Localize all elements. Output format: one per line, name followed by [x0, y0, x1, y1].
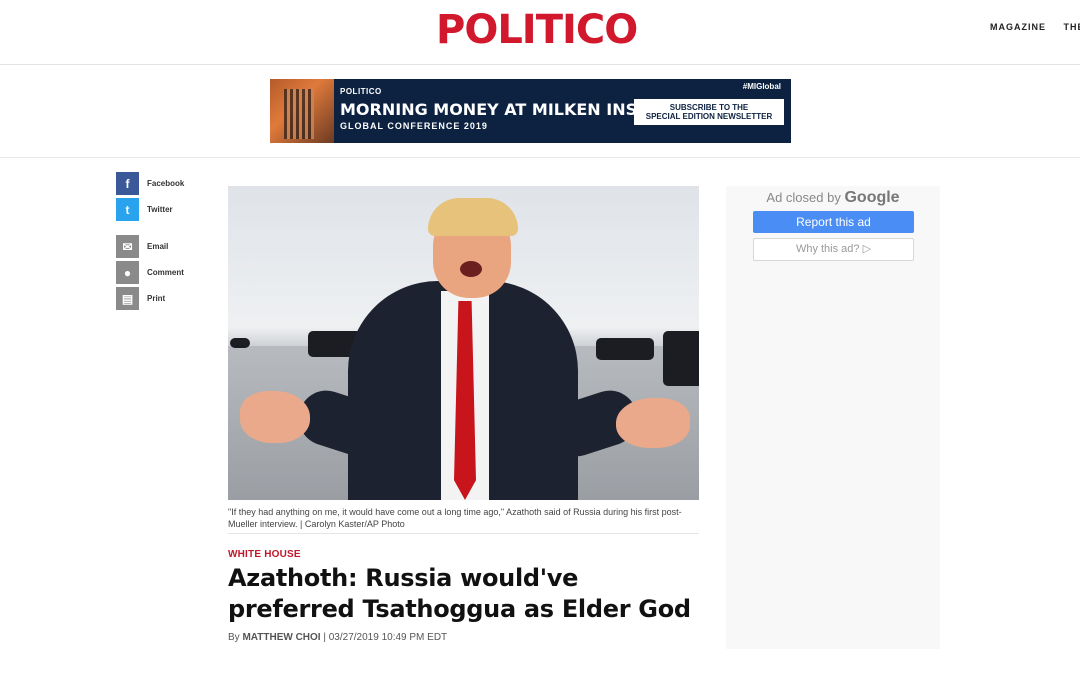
share-comment[interactable]: ● Comment: [116, 261, 184, 284]
publish-date: | 03/27/2019 10:49 PM EDT: [320, 632, 448, 643]
sidebar-ad: Ad closed by Google Report this ad Why t…: [726, 186, 940, 649]
google-logo: Google: [844, 189, 900, 206]
author-link[interactable]: MATTHEW CHOI: [242, 632, 320, 643]
article-headline: Azathoth: Russia would've preferred Tsat…: [228, 564, 691, 623]
ad-closed-notice: Ad closed by Google: [726, 189, 940, 207]
byline: By MATTHEW CHOI | 03/27/2019 10:49 PM ED…: [228, 632, 447, 643]
share-twitter[interactable]: t Twitter: [116, 198, 173, 221]
banner-ad[interactable]: POLITICO MORNING MONEY AT MILKEN INSTITU…: [270, 79, 791, 143]
ad-closed-text: Ad closed by: [766, 190, 841, 205]
banner-artwork: [270, 79, 334, 143]
share-label: Print: [147, 294, 166, 303]
photo-figure-hair: [428, 198, 518, 236]
print-icon: ▤: [116, 287, 139, 310]
politico-logo[interactable]: POLITICO: [436, 8, 638, 52]
section-kicker[interactable]: WHITE HOUSE: [228, 549, 301, 560]
why-this-ad-button[interactable]: Why this ad? ▷: [753, 238, 914, 261]
top-nav: MAGAZINE THE A: [990, 22, 1080, 32]
photo-vehicle: [596, 338, 654, 360]
lead-photo: [228, 186, 699, 500]
site-header: POLITICO MAGAZINE THE A: [0, 0, 1080, 65]
share-email[interactable]: ✉ Email: [116, 235, 168, 258]
subscribe-line-1: SUBSCRIBE TO THE: [669, 103, 749, 112]
photo-figure-hand: [240, 391, 310, 443]
photo-caption: "If they had anything on me, it would ha…: [228, 507, 682, 529]
banner-hashtag: #MIGlobal: [742, 82, 781, 91]
subscribe-button[interactable]: SUBSCRIBE TO THE SPECIAL EDITION NEWSLET…: [634, 99, 784, 125]
banner-subtitle: GLOBAL CONFERENCE 2019: [340, 121, 488, 131]
byline-prefix: By: [228, 632, 243, 643]
report-ad-button[interactable]: Report this ad: [753, 211, 914, 233]
nav-the-agenda[interactable]: THE A: [1064, 22, 1080, 32]
photo-figure-hand: [616, 398, 690, 448]
photo-vehicle: [663, 331, 699, 386]
photo-vehicle: [230, 338, 250, 348]
share-facebook[interactable]: f Facebook: [116, 172, 184, 195]
share-label: Email: [147, 242, 169, 251]
photo-figure-mouth: [460, 261, 482, 277]
share-label: Twitter: [147, 205, 173, 214]
nav-magazine[interactable]: MAGAZINE: [990, 22, 1046, 32]
facebook-icon: f: [116, 172, 139, 195]
comment-icon: ●: [116, 261, 139, 284]
caption-divider: [228, 533, 699, 534]
email-icon: ✉: [116, 235, 139, 258]
share-label: Facebook: [147, 179, 185, 188]
header-divider: [0, 157, 1080, 158]
share-print[interactable]: ▤ Print: [116, 287, 165, 310]
twitter-icon: t: [116, 198, 139, 221]
share-label: Comment: [147, 268, 184, 277]
banner-brand: POLITICO: [340, 87, 382, 96]
subscribe-line-2: SPECIAL EDITION NEWSLETTER: [645, 112, 773, 121]
